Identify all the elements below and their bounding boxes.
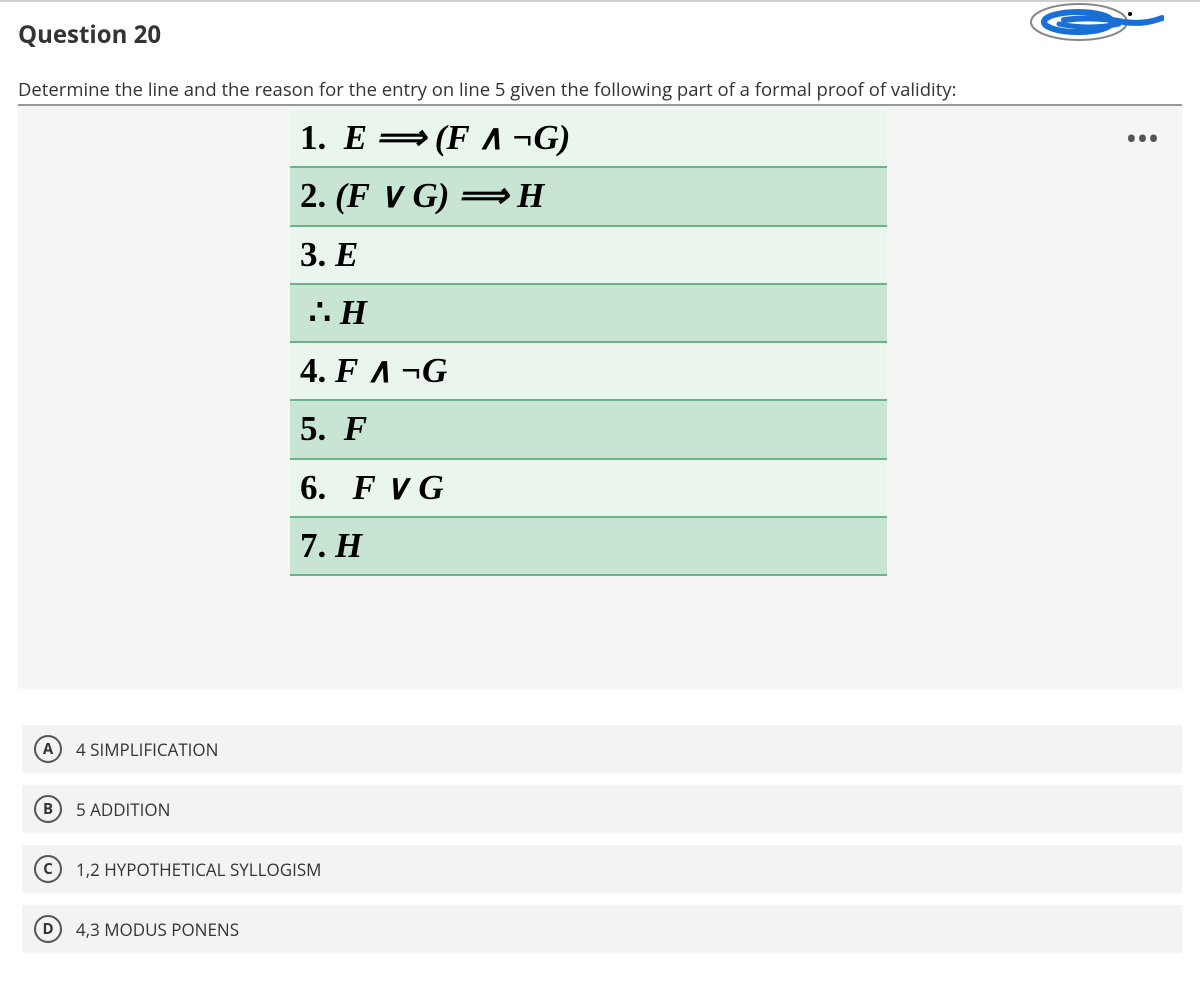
proof-num: 4. xyxy=(300,351,326,390)
question-title: Question 20 xyxy=(18,18,1182,51)
proof-expr: (F ∨ G) ⟹ H xyxy=(335,176,544,215)
proof-line-1: 1. E ⟹ (F ∧ ¬G) xyxy=(290,110,887,168)
proof-num: 1. xyxy=(300,118,326,157)
proof-num: 7. xyxy=(300,526,326,565)
proof-line-7: 7. H xyxy=(290,518,887,576)
proof-expr: F ∨ G xyxy=(353,468,444,507)
proof-line-3: 3. E xyxy=(290,227,887,285)
proof-expr: H xyxy=(340,293,367,332)
proof-panel: ••• 1. E ⟹ (F ∧ ¬G) 2. (F ∨ G) ⟹ H 3. E … xyxy=(18,104,1182,689)
option-letter: B xyxy=(34,795,62,823)
option-c[interactable]: C 1,2 HYPOTHETICAL SYLLOGISM xyxy=(22,845,1182,893)
option-letter: C xyxy=(34,855,62,883)
option-letter: D xyxy=(34,915,62,943)
proof-expr: E ⟹ (F ∧ ¬G) xyxy=(344,118,571,157)
proof-line-2: 2. (F ∨ G) ⟹ H xyxy=(290,168,887,226)
proof-expr: H xyxy=(335,526,362,565)
proof-num: 3. xyxy=(300,235,326,274)
answer-options: A 4 SIMPLIFICATION B 5 ADDITION C 1,2 HY… xyxy=(18,725,1182,953)
option-letter: A xyxy=(34,735,62,763)
option-label: 5 ADDITION xyxy=(76,798,170,821)
proof-expr: F xyxy=(344,409,367,448)
proof-line-5: 5. F xyxy=(290,401,887,459)
option-d[interactable]: D 4,3 MODUS PONENS xyxy=(22,905,1182,953)
question-container: Question 20 Determine the line and the r… xyxy=(0,2,1200,953)
proof-num: 2. xyxy=(300,176,326,215)
proof-num: 6. xyxy=(300,468,326,507)
annotation-scribble xyxy=(1024,0,1164,46)
proof-expr: E xyxy=(335,235,358,274)
proof-num: ∴ xyxy=(309,293,331,332)
option-label: 4 SIMPLIFICATION xyxy=(76,738,218,761)
option-label: 4,3 MODUS PONENS xyxy=(76,918,239,941)
more-icon[interactable]: ••• xyxy=(1127,122,1160,155)
proof-line-6: 6. F ∨ G xyxy=(290,460,887,518)
option-label: 1,2 HYPOTHETICAL SYLLOGISM xyxy=(76,858,321,881)
proof-line-4: 4. F ∧ ¬G xyxy=(290,343,887,401)
proof-lines: 1. E ⟹ (F ∧ ¬G) 2. (F ∨ G) ⟹ H 3. E ∴ H … xyxy=(290,106,887,576)
proof-num: 5. xyxy=(300,409,326,448)
option-b[interactable]: B 5 ADDITION xyxy=(22,785,1182,833)
proof-line-conclusion: ∴ H xyxy=(290,285,887,343)
proof-expr: F ∧ ¬G xyxy=(335,351,447,390)
question-prompt: Determine the line and the reason for th… xyxy=(18,77,1182,102)
option-a[interactable]: A 4 SIMPLIFICATION xyxy=(22,725,1182,773)
